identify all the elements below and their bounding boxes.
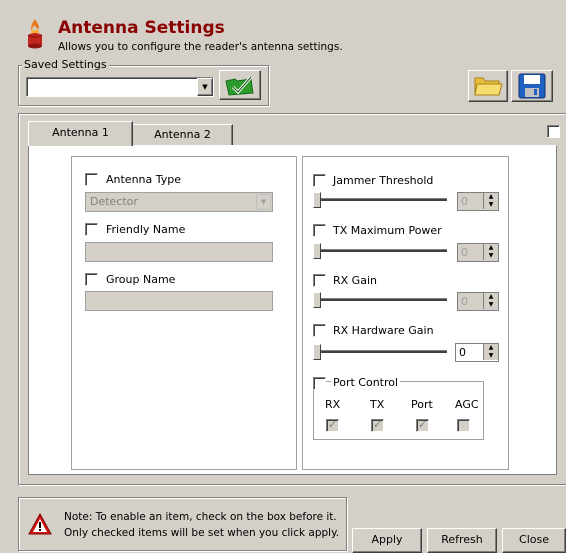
header-icon [24, 18, 46, 50]
note-line-1: Note: To enable an item, check on the bo… [64, 511, 337, 523]
spin-down-icon[interactable]: ▼ [483, 252, 498, 260]
spin-up-icon[interactable]: ▲ [483, 193, 498, 201]
rx-hardware-gain-label: RX Hardware Gain [333, 324, 434, 337]
rx-gain-checkbox[interactable] [313, 274, 326, 287]
group-name-checkbox[interactable] [85, 273, 98, 286]
tab-antenna-2[interactable]: Antenna 2 [132, 124, 233, 145]
rx-gain-spinner[interactable]: 0 ▲ ▼ [457, 292, 499, 311]
antenna-fire-icon [27, 19, 43, 49]
jammer-threshold-label: Jammer Threshold [333, 174, 434, 187]
spin-up-icon[interactable]: ▲ [483, 293, 498, 301]
rx-gain-slider-thumb[interactable] [313, 292, 321, 308]
jammer-threshold-slider[interactable] [315, 198, 447, 202]
tx-maximum-power-slider[interactable] [315, 249, 447, 253]
refresh-button[interactable]: Refresh [427, 528, 497, 553]
spin-down-icon[interactable]: ▼ [483, 352, 498, 360]
friendly-name-checkbox[interactable] [85, 223, 98, 236]
floppy-save-icon [518, 73, 546, 99]
rx-hardware-gain-slider[interactable] [315, 350, 447, 354]
saved-settings-value [27, 80, 30, 93]
port-col-agc-label: AGC [455, 398, 479, 411]
note-box [18, 497, 347, 551]
rx-hardware-gain-value: 0 [459, 346, 466, 359]
folder-open-icon [474, 77, 503, 96]
jammer-threshold-checkbox[interactable] [313, 174, 326, 187]
tx-maximum-power-value: 0 [461, 246, 468, 259]
port-col-tx-label: TX [370, 398, 385, 411]
apply-button[interactable]: Apply [352, 528, 422, 553]
port-col-rx-label: RX [325, 398, 341, 411]
friendly-name-field[interactable] [85, 242, 273, 262]
spin-up-icon[interactable]: ▲ [483, 344, 498, 352]
open-button[interactable] [468, 70, 508, 102]
jammer-threshold-value: 0 [461, 195, 468, 208]
port-control-checkbox[interactable] [313, 377, 326, 390]
antenna-type-value: Detector [90, 195, 138, 208]
spin-down-icon[interactable]: ▼ [483, 301, 498, 309]
tab-antenna-1[interactable]: Antenna 1 [28, 121, 133, 146]
spin-down-icon[interactable]: ▼ [483, 201, 498, 209]
port-port-checkbox[interactable]: ✓ [416, 418, 429, 432]
port-col-port-label: Port [411, 398, 433, 411]
antenna-type-select[interactable]: Detector ▼ [85, 192, 273, 212]
apply-saved-settings-button[interactable] [219, 70, 261, 100]
tx-maximum-power-label: TX Maximum Power [333, 224, 442, 237]
rx-hardware-gain-checkbox[interactable] [313, 324, 326, 337]
saved-settings-select[interactable]: ▼ [26, 77, 214, 97]
jammer-threshold-spinner[interactable]: 0 ▲ ▼ [457, 192, 499, 211]
port-tx-checkbox[interactable]: ✓ [371, 418, 384, 432]
friendly-name-label: Friendly Name [106, 223, 186, 236]
tx-maximum-power-spinner[interactable]: 0 ▲ ▼ [457, 243, 499, 262]
page-subtitle: Allows you to configure the reader's ant… [58, 41, 343, 53]
group-name-field[interactable] [85, 291, 273, 311]
saved-settings-label: Saved Settings [22, 58, 109, 71]
spin-up-icon[interactable]: ▲ [483, 244, 498, 252]
tab-antenna-2-label: Antenna 2 [154, 128, 211, 141]
antenna-type-label: Antenna Type [106, 173, 182, 186]
save-button[interactable] [511, 70, 553, 102]
page-title: Antenna Settings [58, 18, 225, 38]
jammer-threshold-slider-thumb[interactable] [313, 192, 321, 208]
rx-gain-label: RX Gain [333, 274, 377, 287]
chevron-down-icon[interactable]: ▼ [197, 78, 213, 96]
rx-gain-slider[interactable] [315, 298, 447, 302]
port-control-label: Port Control [331, 376, 401, 389]
tx-maximum-power-checkbox[interactable] [313, 224, 326, 237]
rx-hardware-gain-slider-thumb[interactable] [313, 344, 321, 360]
tx-maximum-power-slider-thumb[interactable] [313, 243, 321, 259]
port-agc-checkbox[interactable] [457, 419, 470, 432]
frame-checkbox[interactable] [547, 125, 560, 138]
close-button[interactable]: Close [502, 528, 566, 553]
chevron-down-icon[interactable]: ▼ [256, 194, 271, 210]
green-check-folder-icon [225, 76, 254, 96]
tab-antenna-1-label: Antenna 1 [52, 126, 109, 139]
group-name-label: Group Name [106, 273, 176, 286]
rx-gain-value: 0 [461, 295, 468, 308]
antenna-type-checkbox[interactable] [85, 173, 98, 186]
port-rx-checkbox[interactable]: ✓ [326, 418, 339, 432]
rx-hardware-gain-spinner[interactable]: 0 ▲ ▼ [455, 343, 499, 362]
warning-icon [28, 512, 52, 538]
note-line-2: Only checked items will be set when you … [64, 527, 340, 539]
